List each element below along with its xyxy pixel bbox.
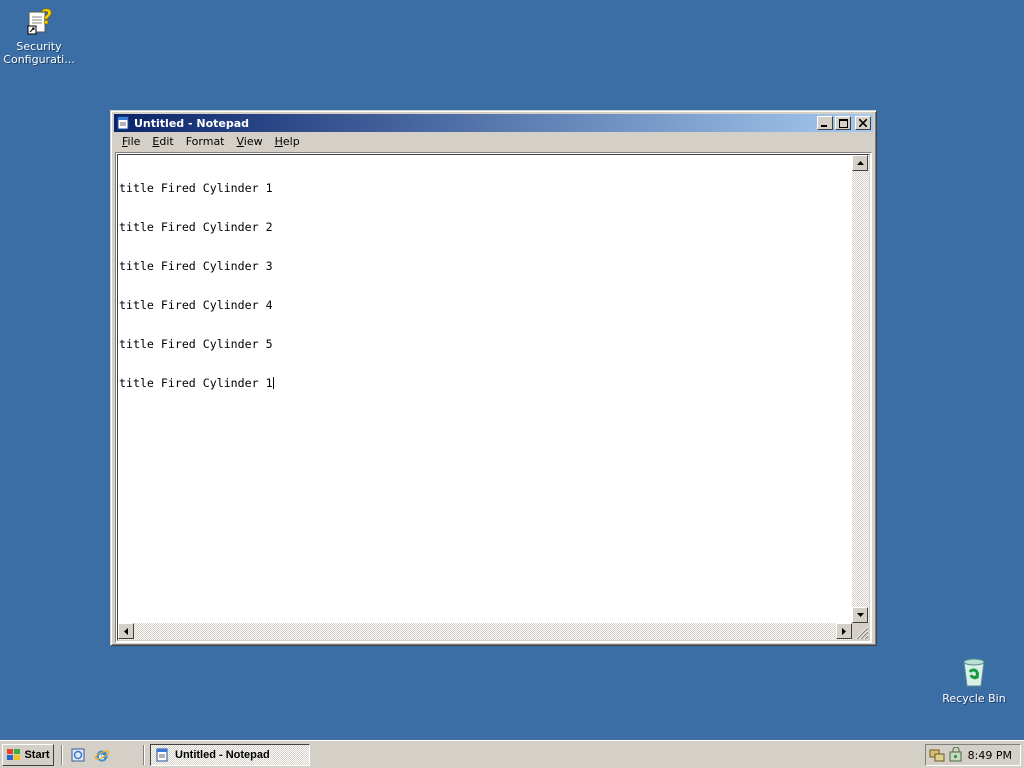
scroll-up-button[interactable] [852,155,868,171]
maximize-button[interactable] [835,116,851,130]
security-icon[interactable] [948,747,964,763]
notepad-window: Untitled - Notepad File Edit Format View… [110,110,877,646]
text-caret [272,377,274,389]
menu-help[interactable]: Help [269,135,306,148]
system-tray: 8:49 PM [925,744,1021,766]
scroll-down-button[interactable] [852,607,868,623]
text-line: title Fired Cylinder 3 [119,259,273,273]
menu-edit[interactable]: Edit [146,135,179,148]
menu-file[interactable]: File [116,135,146,148]
text-editor[interactable]: title Fired Cylinder 1 title Fired Cylin… [118,155,852,623]
scroll-left-button[interactable] [118,623,134,639]
desktop-icon-label: Security Configurati... [3,40,75,66]
menu-format[interactable]: Format [180,135,231,148]
scroll-right-button[interactable] [836,623,852,639]
resize-grip-icon [855,626,869,640]
taskbar-button-label: Untitled - Notepad [175,749,270,761]
start-label: Start [24,749,50,761]
start-button[interactable]: Start [2,744,54,766]
svg-text:?: ? [41,5,53,29]
text-line: title Fired Cylinder 5 [119,337,273,351]
arrow-left-icon [124,627,128,635]
taskbar-separator [143,745,145,765]
vertical-scrollbar[interactable] [852,155,869,623]
text-line: title Fired Cylinder 2 [119,220,273,234]
menu-bar: File Edit Format View Help [114,132,873,151]
editor-frame: title Fired Cylinder 1 title Fired Cylin… [115,152,872,643]
text-line-last: title Fired Cylinder 1 [119,376,274,390]
close-icon [859,119,867,127]
maximize-icon [838,118,848,128]
arrow-up-icon [856,161,864,165]
menu-view[interactable]: View [231,135,269,148]
notepad-icon [156,748,168,762]
arrow-down-icon [856,613,864,617]
text-line: title Fired Cylinder 1 [119,181,273,195]
clock[interactable]: 8:49 PM [968,749,1012,762]
notepad-icon [117,116,129,130]
recycle-bin-icon [958,656,990,688]
server-manager-icon[interactable] [70,747,86,763]
taskbar-separator [61,745,63,765]
arrow-right-icon [842,627,846,635]
desktop-icon-security-configuration[interactable]: ? Security Configurati... [1,4,77,66]
window-title: Untitled - Notepad [134,116,250,130]
minimize-icon [821,125,827,127]
horizontal-scrollbar[interactable] [118,623,852,640]
text-line: title Fired Cylinder 4 [119,298,273,312]
desktop-icon-label: Recycle Bin [942,692,1006,705]
security-config-icon: ? [23,4,55,36]
network-icon[interactable] [929,747,945,763]
taskbar: Start e Untitled - Notepad 8:49 PM [0,740,1024,768]
close-button[interactable] [855,116,871,130]
taskbar-button-notepad[interactable]: Untitled - Notepad [150,744,310,766]
windows-logo-icon [7,749,21,760]
desktop-icon-recycle-bin[interactable]: Recycle Bin [936,656,1012,705]
minimize-button[interactable] [817,116,833,130]
internet-explorer-icon[interactable]: e [94,747,110,763]
resize-grip[interactable] [852,623,869,640]
window-titlebar[interactable]: Untitled - Notepad [114,114,873,132]
